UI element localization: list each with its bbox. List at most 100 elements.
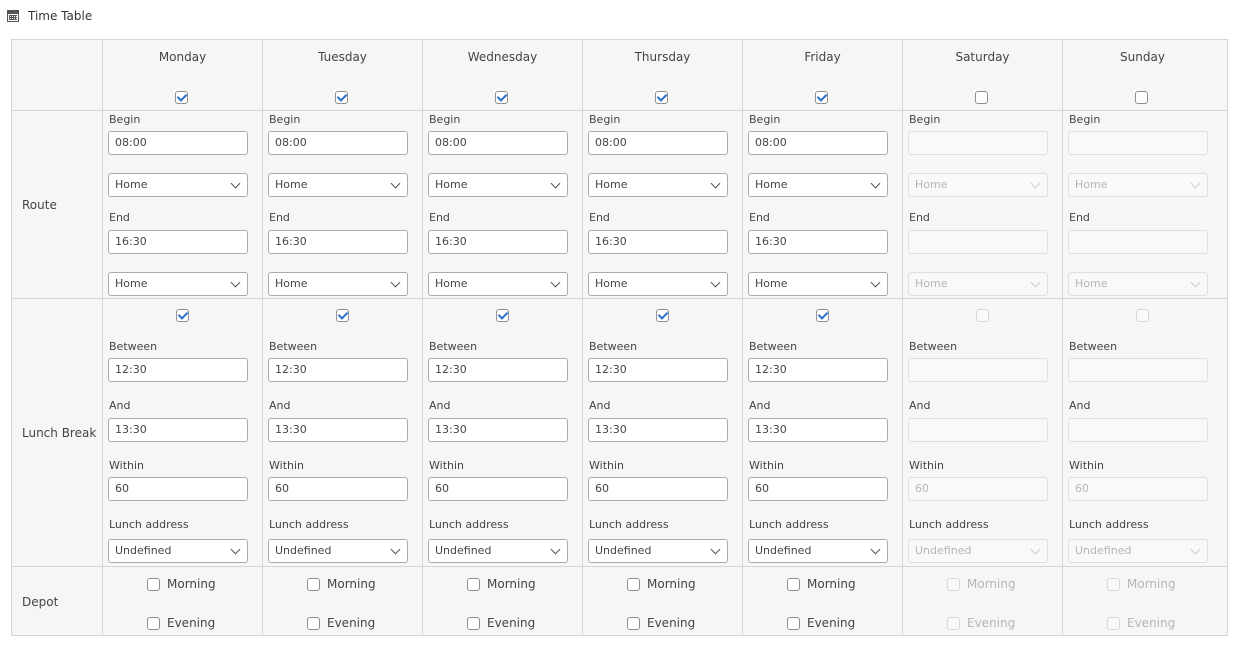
and-time-input[interactable]: 13:30 [268, 418, 408, 442]
and-time-input[interactable]: 13:30 [108, 418, 248, 442]
end-time-input[interactable]: 16:30 [108, 230, 248, 254]
end-time-input[interactable]: 16:30 [268, 230, 408, 254]
begin-time-input[interactable] [1068, 131, 1208, 155]
depot-morning-checkbox[interactable] [1107, 577, 1120, 591]
day-enable-checkbox[interactable] [335, 91, 348, 104]
lunch-address-select[interactable]: Undefined [428, 539, 568, 563]
depot-evening-checkbox[interactable] [627, 616, 640, 630]
depot-morning[interactable]: Morning [627, 576, 696, 592]
and-time-input[interactable] [1068, 418, 1208, 442]
lunch-address-select[interactable]: Undefined [108, 539, 248, 563]
within-input[interactable]: 60 [588, 477, 728, 501]
depot-morning-checkbox[interactable] [787, 577, 800, 591]
depot-morning-checkbox[interactable] [147, 577, 160, 591]
day-enable-checkbox[interactable] [495, 91, 508, 104]
depot-evening-checkbox[interactable] [787, 616, 800, 630]
day-enable-checkbox[interactable] [1135, 91, 1148, 104]
day-enable-checkbox[interactable] [655, 91, 668, 104]
within-input[interactable]: 60 [908, 477, 1048, 501]
begin-time-input[interactable]: 08:00 [268, 131, 408, 155]
between-time-input[interactable]: 12:30 [268, 358, 408, 382]
depot-evening-checkbox[interactable] [1107, 616, 1120, 630]
depot-evening[interactable]: Evening [1107, 615, 1175, 631]
between-time-input[interactable]: 12:30 [108, 358, 248, 382]
lunch-enable-checkbox[interactable] [816, 309, 829, 322]
depot-morning[interactable]: Morning [947, 576, 1016, 592]
begin-time-input[interactable]: 08:00 [588, 131, 728, 155]
begin-address-select[interactable]: Home [908, 173, 1048, 197]
begin-address-select[interactable]: Home [428, 173, 568, 197]
depot-evening[interactable]: Evening [467, 615, 535, 631]
between-time-input[interactable] [908, 358, 1048, 382]
within-input[interactable]: 60 [748, 477, 888, 501]
lunch-address-select[interactable]: Undefined [588, 539, 728, 563]
begin-time-input[interactable]: 08:00 [748, 131, 888, 155]
end-address-select[interactable]: Home [108, 272, 248, 296]
depot-evening-checkbox[interactable] [947, 616, 960, 630]
end-time-input[interactable]: 16:30 [588, 230, 728, 254]
chevron-down-icon [710, 277, 721, 288]
lunch-address-select[interactable]: Undefined [908, 539, 1048, 563]
lunch-enable-checkbox[interactable] [336, 309, 349, 322]
end-address-select[interactable]: Home [748, 272, 888, 296]
and-time-input[interactable]: 13:30 [428, 418, 568, 442]
end-address-select[interactable]: Home [908, 272, 1048, 296]
between-time-input[interactable]: 12:30 [748, 358, 888, 382]
within-input[interactable]: 60 [1068, 477, 1208, 501]
end-time-input[interactable]: 16:30 [428, 230, 568, 254]
lunch-enable-checkbox[interactable] [976, 309, 989, 322]
lunch-address-select[interactable]: Undefined [1068, 539, 1208, 563]
depot-evening-checkbox[interactable] [467, 616, 480, 630]
and-time-input[interactable]: 13:30 [748, 418, 888, 442]
day-enable-checkbox[interactable] [815, 91, 828, 104]
depot-morning[interactable]: Morning [467, 576, 536, 592]
lunch-address-select[interactable]: Undefined [268, 539, 408, 563]
lunch-address-select[interactable]: Undefined [748, 539, 888, 563]
depot-morning[interactable]: Morning [307, 576, 376, 592]
begin-time-input[interactable]: 08:00 [428, 131, 568, 155]
depot-evening-checkbox[interactable] [307, 616, 320, 630]
lunch-enable-checkbox[interactable] [496, 309, 509, 322]
within-input[interactable]: 60 [268, 477, 408, 501]
begin-address-select[interactable]: Home [268, 173, 408, 197]
lunch-enable-checkbox[interactable] [176, 309, 189, 322]
end-address-select[interactable]: Home [1068, 272, 1208, 296]
lunch-enable-checkbox[interactable] [1136, 309, 1149, 322]
day-enable-checkbox[interactable] [975, 91, 988, 104]
and-time-input[interactable]: 13:30 [588, 418, 728, 442]
between-time-input[interactable]: 12:30 [428, 358, 568, 382]
and-time-input[interactable] [908, 418, 1048, 442]
begin-address-select[interactable]: Home [1068, 173, 1208, 197]
depot-morning[interactable]: Morning [1107, 576, 1176, 592]
depot-morning-checkbox[interactable] [467, 577, 480, 591]
depot-morning-checkbox[interactable] [947, 577, 960, 591]
depot-morning-checkbox[interactable] [307, 577, 320, 591]
within-input[interactable]: 60 [108, 477, 248, 501]
depot-evening[interactable]: Evening [307, 615, 375, 631]
begin-time-input[interactable] [908, 131, 1048, 155]
depot-evening[interactable]: Evening [787, 615, 855, 631]
depot-morning[interactable]: Morning [147, 576, 216, 592]
end-address-select[interactable]: Home [588, 272, 728, 296]
end-address-select[interactable]: Home [428, 272, 568, 296]
depot-morning-checkbox[interactable] [627, 577, 640, 591]
depot-evening[interactable]: Evening [627, 615, 695, 631]
depot-evening[interactable]: Evening [147, 615, 215, 631]
depot-evening[interactable]: Evening [947, 615, 1015, 631]
day-enable-checkbox[interactable] [175, 91, 188, 104]
between-time-input[interactable] [1068, 358, 1208, 382]
begin-address-select[interactable]: Home [588, 173, 728, 197]
begin-address-select[interactable]: Home [108, 173, 248, 197]
within-input[interactable]: 60 [428, 477, 568, 501]
depot-morning[interactable]: Morning [787, 576, 856, 592]
end-time-input[interactable] [1068, 230, 1208, 254]
between-time-input[interactable]: 12:30 [588, 358, 728, 382]
begin-address-select[interactable]: Home [748, 173, 888, 197]
between-label: Between [589, 340, 638, 353]
begin-time-input[interactable]: 08:00 [108, 131, 248, 155]
end-time-input[interactable]: 16:30 [748, 230, 888, 254]
end-address-select[interactable]: Home [268, 272, 408, 296]
end-time-input[interactable] [908, 230, 1048, 254]
lunch-enable-checkbox[interactable] [656, 309, 669, 322]
depot-evening-checkbox[interactable] [147, 616, 160, 630]
